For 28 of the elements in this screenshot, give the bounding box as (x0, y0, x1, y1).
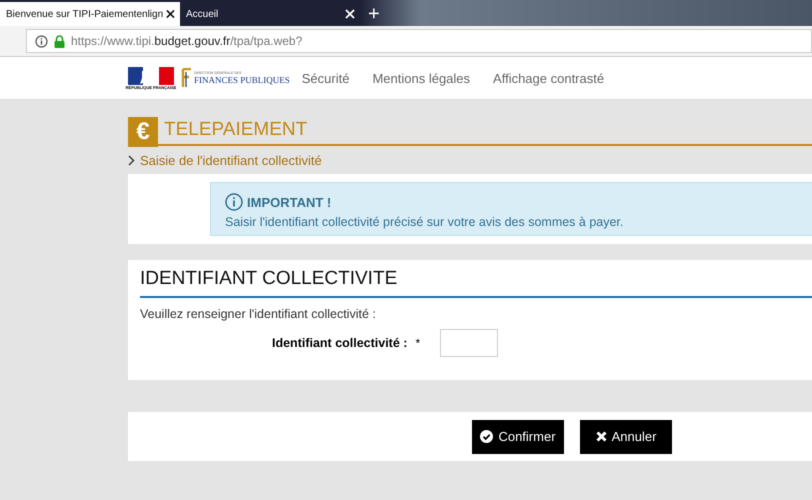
section-title: IDENTIFIANT COLLECTIVITE (140, 268, 812, 298)
alert-title: IMPORTANT ! (247, 194, 332, 210)
close-icon[interactable] (166, 9, 175, 19)
info-icon[interactable] (35, 34, 48, 48)
info-icon (225, 193, 243, 211)
tab-title: Bienvenue sur TIPI-Paiementenlign (6, 8, 164, 20)
new-tab-button[interactable]: + (360, 2, 388, 26)
chevron-icon (128, 155, 135, 166)
input-field[interactable] (440, 329, 498, 357)
cancel-button[interactable]: Annuler (580, 420, 672, 454)
lock-icon (54, 34, 65, 48)
instruction-text: Veuillez renseigner l'identifiant collectivité : (140, 307, 377, 321)
euro-icon: € (128, 117, 158, 147)
url-text: https://www.tipi.budget.gouv.fr/tpa/tpa.web? (71, 34, 302, 48)
browser-tab[interactable]: Bienvenue sur TIPI-Paiementenlign (0, 2, 180, 26)
tab-title: Accueil (186, 8, 218, 20)
breadcrumb: Saisie de l'identifiant collectivité (140, 153, 322, 168)
nav-link[interactable]: Affichage contrasté (493, 70, 604, 86)
page-title: TELEPAIEMENT (164, 119, 308, 141)
check-circle-icon (480, 430, 494, 443)
field-label: Identifiant collectivité : (272, 336, 408, 350)
address-field[interactable]: https://www.tipi.budget.gouv.fr/tpa/tpa.web? (26, 29, 812, 53)
nav-link[interactable]: Sécurité (302, 70, 350, 86)
nav-link[interactable]: Mentions légales (372, 70, 470, 86)
alert-text: Saisir l'identifiant collectivité précisé sur votre avis des sommes à payer. (225, 215, 624, 229)
confirm-button[interactable]: Confirmer (472, 420, 564, 454)
close-icon (596, 431, 607, 442)
required-mark: * (415, 336, 420, 350)
